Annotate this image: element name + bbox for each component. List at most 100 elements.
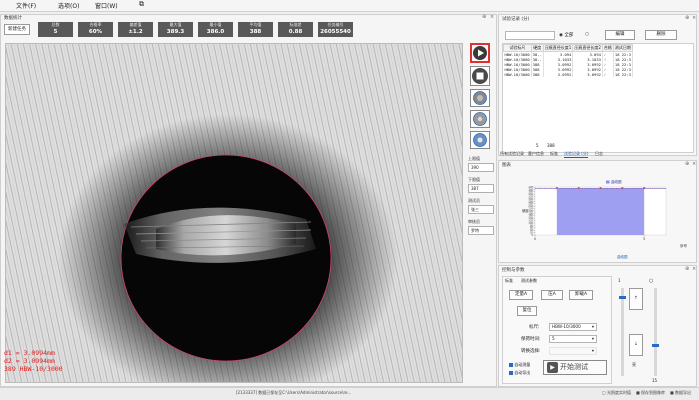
play-icon: ▶ [547,362,558,373]
measurement-result: 389 HBW-10/3000 [4,365,63,373]
conversion-select[interactable]: ▾ [549,347,597,355]
lens-icon [473,112,487,126]
tab-standard[interactable]: 标准 [550,151,558,157]
new-task-button[interactable]: 新建任务 [4,24,30,35]
column-header[interactable]: 试验标尺 [503,44,532,52]
column-header[interactable]: 测试日期 [612,44,633,52]
start-test-label: 开始测试 [560,363,588,371]
table-cell: 3.0992 [543,72,574,77]
column-header[interactable]: 压痕直径长度2 [572,44,603,52]
table-cell: HBW-10/3000 [503,72,532,77]
ruler-value: HBW-10/3000 [552,324,581,329]
play-button[interactable] [470,43,490,63]
light-label: 亮 [632,362,636,367]
auto-export-checkbox[interactable]: 自动导出 [509,370,530,376]
tester-label: 测试员 [468,198,480,203]
light-slider-knob[interactable] [619,296,626,299]
chart-panel-title: 图表 [502,163,511,168]
stat-box: 总数 5 [38,22,73,37]
tab-calibration[interactable]: 标准 [505,278,513,284]
records-title: 试验记录 (分) [502,17,530,22]
control-title: 控制与参数 [502,268,525,273]
brightness-slider-track[interactable] [652,288,659,376]
unload-button[interactable]: 卸载A [569,290,593,300]
brightness-slider-knob[interactable] [652,344,659,347]
start-test-button[interactable]: ▶ 开始测试 [543,360,607,375]
menu-window[interactable]: 窗口(W) [95,1,118,10]
menu-file[interactable]: 文件(F) [16,1,36,10]
delete-button[interactable]: 删除 [645,30,677,40]
tab-all-records[interactable]: 所有试验记录 [500,151,524,157]
reviewer-input[interactable]: 罗特 [468,226,494,235]
stat-box: 平均值 388 [238,22,273,37]
chart-panel: 图表 ⊕ × 0 20 40 60 80 100 120 140 160 180 200 220 240… [498,160,697,263]
down-button[interactable]: ↓ [629,334,643,356]
close-icon[interactable]: × [692,15,696,21]
records-body: HBW-10/3000 38-- 3.094 3.094 ✓ 18 22:3 HBW-10/… [503,51,633,77]
menu-options[interactable]: 选项(O) [58,1,79,10]
lower-limit-input[interactable]: 387 [468,184,494,193]
stat-value: ±1.2 [128,29,143,35]
stat-box: 最小值 386.0 [198,22,233,37]
lens-button-3[interactable] [470,131,490,149]
pin-icon[interactable]: ⊕ [685,15,689,21]
restore-icon[interactable]: ⧉ [139,0,144,9]
auto-measure-checkbox[interactable]: 自动测量 [509,362,530,368]
pin-icon[interactable]: ⊕ [482,14,486,20]
close-icon[interactable]: × [692,161,696,167]
upper-limit-input[interactable]: 390 [468,163,494,172]
close-icon[interactable]: × [490,14,494,20]
column-header[interactable]: 合格 [601,44,614,52]
measurement-d2: d2 = 3.0994mm [4,357,55,365]
series-area [556,188,645,235]
tab-measure-params[interactable]: 测试参数 [521,278,537,284]
conversion-label: 转换选择: [521,349,541,354]
legend-swatch [606,180,610,184]
other-radio[interactable]: ○ [585,32,589,37]
auto-quantify-button[interactable]: 定量A [509,290,533,300]
lens-button-1[interactable] [470,89,490,107]
tab-customer[interactable]: 客户信息 [528,151,544,157]
lens-icon [473,133,487,147]
press-button[interactable]: 压A [541,290,563,300]
reset-button[interactable]: 复位 [517,306,537,316]
table-cell: 388 [531,72,544,77]
lens-button-2[interactable] [470,110,490,128]
slider-bottom-label: 15 [652,378,658,383]
records-header: 试验标尺 硬度 压痕直径长度1 压痕直径长度2 合格 测试日期 [503,44,633,52]
column-header[interactable]: 硬度 [530,44,544,52]
pin-icon[interactable]: ⊕ [685,161,689,167]
status-bar: [2133337] 数据已保存至C:\Users\Administrator\s… [0,387,699,400]
indentation-image-viewer[interactable] [5,43,463,383]
control-panel: 控制与参数 ⊕ × 标准 测试参数 定量A 压A 卸载A 复位 标尺: HBW-… [498,265,697,387]
lower-limit-label: 下限值 [468,177,480,182]
chevron-down-icon: ▾ [591,336,594,341]
dwell-input[interactable]: 5 ▾ [549,335,597,343]
ruler-select[interactable]: HBW-10/3000 ▾ [549,323,597,331]
table-row[interactable]: HBW-10/3000 388 3.0992 3.0992 ✓ 18 22:3 [503,72,633,77]
light-slider-track[interactable] [619,288,626,376]
status-save-image[interactable]: ■ 保存到图像库 [636,390,665,396]
column-header[interactable]: 压痕直径长度1 [542,44,574,52]
stat-value: 386.0 [206,29,225,35]
checkbox-checked-icon [509,363,513,367]
close-icon[interactable]: × [692,266,696,272]
all-radio-label: 全部 [564,33,574,38]
tester-input[interactable]: 张三 [468,205,494,214]
up-button[interactable]: ↑ [629,288,643,310]
tab-test-records[interactable]: 试验记录 (分) [564,151,589,158]
chevron-down-icon: ▾ [591,348,594,353]
stat-value: 60% [88,29,103,35]
record-search-input[interactable] [505,31,555,40]
tab-log[interactable]: 日志 [595,151,603,157]
status-light-realtime[interactable]: □ 光照度实时值 [602,390,631,396]
indentation-image [6,44,462,382]
ruler-label: 标尺: [529,325,540,330]
lens-icon [473,91,487,105]
status-path: [2133337] 数据已保存至C:\Users\Administrator\s… [236,390,352,395]
stop-button[interactable] [470,66,490,86]
pin-icon[interactable]: ⊕ [685,266,689,272]
all-radio[interactable]: ◉ 全部 [559,32,573,38]
edit-button[interactable]: 编辑 [605,30,635,40]
status-export[interactable]: ■ 数据导出 [670,390,691,396]
